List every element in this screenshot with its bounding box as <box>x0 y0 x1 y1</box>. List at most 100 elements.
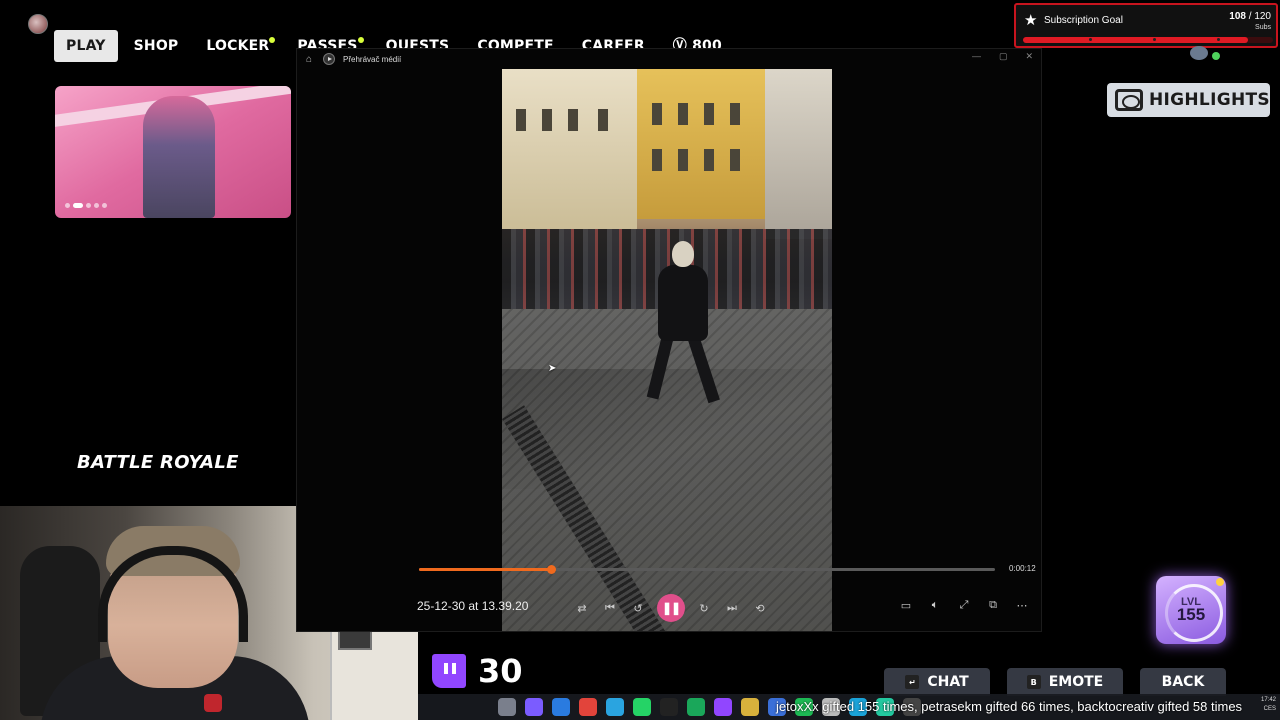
carousel-dot[interactable] <box>94 203 99 208</box>
video-window <box>730 149 740 171</box>
whatsapp-icon[interactable] <box>633 698 651 716</box>
next-icon[interactable]: ⏭ <box>723 599 741 617</box>
keyboard-language: CES <box>1263 706 1276 712</box>
forward-30-icon[interactable]: ↻ <box>695 599 713 617</box>
online-status-dot <box>1212 52 1220 60</box>
chrome-icon[interactable] <box>579 698 597 716</box>
video-window <box>542 109 552 131</box>
pause-icon: ❚❚ <box>661 601 681 615</box>
window-controls: — ▢ ✕ <box>972 51 1033 62</box>
friend-avatar[interactable] <box>1190 46 1208 60</box>
media-player-window: ⌂ Přehrávač médií — ▢ ✕ ➤ 0:00:12 25-12-… <box>296 48 1042 632</box>
captions-icon[interactable]: ▭ <box>897 596 915 614</box>
video-window <box>598 109 608 131</box>
progress-tick <box>1217 38 1220 41</box>
viewer-count: 30 <box>478 652 523 690</box>
carousel-dot[interactable] <box>86 203 91 208</box>
sub-goal-current: 108 <box>1229 11 1246 22</box>
video-window <box>678 149 688 171</box>
nav-play[interactable]: PLAY <box>54 30 118 62</box>
gift-ticker: jetoxXx gifted 155 times, petrasekm gift… <box>776 699 1243 714</box>
repeat-off-icon[interactable]: ⟲ <box>751 599 769 617</box>
promo-character <box>143 96 215 218</box>
shirt-logo <box>204 694 222 712</box>
previous-icon[interactable]: ⏮ <box>601 599 619 617</box>
video-window <box>730 103 740 125</box>
player-window-title: Přehrávač médií <box>343 54 402 64</box>
shuffle-icon[interactable]: ⇄ <box>573 599 591 617</box>
star-icon: ★ <box>1024 12 1038 29</box>
carousel-dot[interactable] <box>65 203 70 208</box>
minimize-icon[interactable]: — <box>972 51 981 62</box>
telegram-icon[interactable] <box>606 698 624 716</box>
highlights-label: HIGHLIGHTS <box>1149 90 1270 110</box>
mini-player-icon[interactable]: ⧉ <box>984 596 1002 614</box>
emote-label: EMOTE <box>1048 674 1104 690</box>
home-icon[interactable]: ⌂ <box>303 54 315 65</box>
close-icon[interactable]: ✕ <box>1025 51 1033 62</box>
sub-goal-progress-bar <box>1023 37 1273 43</box>
sub-goal-progress-fill <box>1023 37 1248 43</box>
video-window <box>678 103 688 125</box>
app-icon[interactable] <box>687 698 705 716</box>
twitch-viewer-count: 30 <box>432 652 523 690</box>
seek-bar[interactable] <box>419 565 995 574</box>
mouse-cursor-icon: ➤ <box>548 363 557 374</box>
progress-tick <box>1153 38 1156 41</box>
subscription-goal-widget: ★ Subscription Goal 108 / 120 Subs <box>1014 3 1278 48</box>
sub-goal-count: 108 / 120 <box>1229 11 1271 22</box>
duration-label: 0:00:12 <box>1009 564 1036 573</box>
video-dancer-head <box>672 241 694 267</box>
capcut-icon[interactable] <box>660 698 678 716</box>
sub-goal-title: Subscription Goal <box>1044 15 1123 26</box>
video-frame[interactable]: ➤ <box>502 69 832 631</box>
game-mode-label[interactable]: BATTLE ROYALE <box>77 452 239 473</box>
browser-icon[interactable] <box>552 698 570 716</box>
video-window <box>568 109 578 131</box>
player-extra-controls: ▭ 🔈︎ ⤢ ⧉ ⋯ <box>897 596 1031 614</box>
player-titlebar: ⌂ Přehrávač médií — ▢ ✕ <box>297 49 1041 69</box>
notification-dot <box>269 37 276 43</box>
seek-bar-progress <box>419 568 552 571</box>
carousel-dot-active[interactable] <box>73 203 83 208</box>
playback-controls: ⇄ ⏮ ↺ ❚❚ ↻ ⏭ ⟲ <box>573 594 769 622</box>
windows-taskbar: jetoxXx gifted 155 times, petrasekm gift… <box>418 694 1280 720</box>
rewind-10-icon[interactable]: ↺ <box>629 599 647 617</box>
emote-button[interactable]: B EMOTE <box>1007 668 1123 696</box>
nav-locker-label: LOCKER <box>206 38 270 54</box>
video-building-left <box>502 69 637 229</box>
highlights-button[interactable]: HIGHLIGHTS <box>1107 83 1270 117</box>
volume-icon[interactable]: 🔈︎ <box>926 596 944 614</box>
sub-goal-target: 120 <box>1254 11 1271 22</box>
chat-label: CHAT <box>927 674 969 690</box>
video-window <box>704 149 714 171</box>
level-notification-dot <box>1216 578 1224 586</box>
back-button[interactable]: BACK <box>1140 668 1226 696</box>
nav-locker[interactable]: LOCKER <box>194 30 281 62</box>
twitch-icon <box>432 654 466 688</box>
level-value: 155 <box>1176 604 1206 624</box>
nav-shop-label: SHOP <box>133 38 179 54</box>
fullscreen-icon[interactable]: ⤢ <box>955 596 973 614</box>
discord-icon[interactable] <box>525 698 543 716</box>
featured-promo-tile[interactable] <box>55 86 291 218</box>
nav-shop[interactable]: SHOP <box>122 30 191 62</box>
system-clock[interactable]: 17:42 CES <box>1261 696 1276 714</box>
twitch-taskbar-icon[interactable] <box>714 698 732 716</box>
folder-icon[interactable] <box>741 698 759 716</box>
sub-goal-unit: Subs <box>1255 24 1271 31</box>
profile-avatar[interactable] <box>28 14 48 34</box>
carousel-dot[interactable] <box>102 203 107 208</box>
pause-button[interactable]: ❚❚ <box>657 594 685 622</box>
nav-play-label: PLAY <box>66 38 106 54</box>
level-badge[interactable]: LVL 155 <box>1156 576 1226 644</box>
video-dancer-body <box>658 265 708 341</box>
more-options-icon[interactable]: ⋯ <box>1013 596 1031 614</box>
promo-carousel-dots <box>65 203 107 208</box>
back-label: BACK <box>1161 674 1205 690</box>
chat-button[interactable]: ↵ CHAT <box>884 668 990 696</box>
nvidia-highlights-icon <box>1115 89 1143 111</box>
file-icon[interactable] <box>498 698 516 716</box>
maximize-icon[interactable]: ▢ <box>999 51 1008 62</box>
notification-dot <box>357 37 364 43</box>
